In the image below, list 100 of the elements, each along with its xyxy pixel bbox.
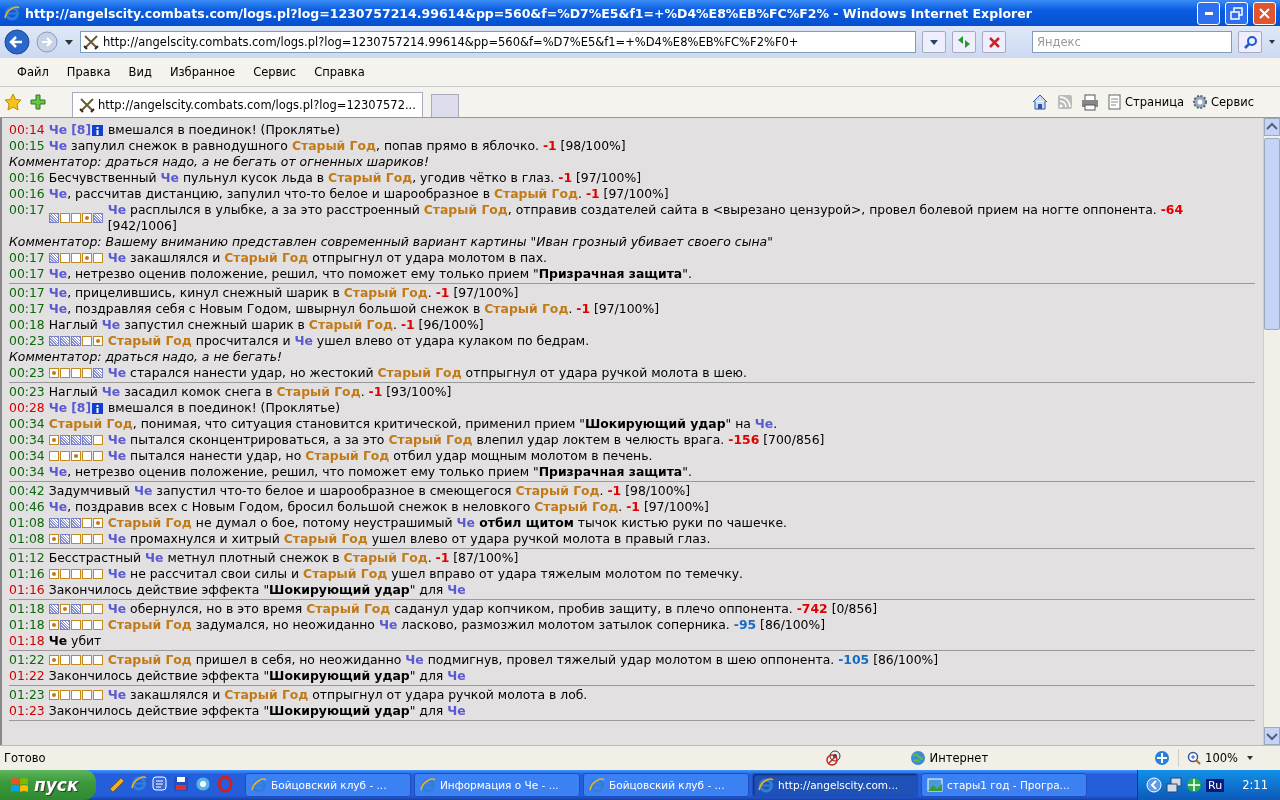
log-text: Закончилось действие эффекта "Шокирующий удар" для Че xyxy=(48,582,466,598)
refresh-button[interactable] xyxy=(952,31,976,53)
shortcut-icon[interactable] xyxy=(107,775,127,795)
log-text: Че закашлялся и Старый Год отпрыгнул от удара ручкой молота в лоб. xyxy=(107,687,588,703)
refresh-icon xyxy=(956,34,972,50)
star-icon[interactable] xyxy=(4,93,22,111)
page-menu-button[interactable]: Страница xyxy=(1107,94,1184,110)
close-button[interactable] xyxy=(1253,1,1276,25)
hit-zones-icon xyxy=(48,655,103,665)
browser-tab[interactable]: http://angelscity.combats.com/logs.pl?log=12307572... xyxy=(72,92,423,117)
globe-icon xyxy=(909,750,926,766)
media-player-icon[interactable] xyxy=(194,775,212,793)
browser-icon xyxy=(758,777,774,793)
back-button[interactable] xyxy=(4,29,30,55)
caret-icon xyxy=(929,38,939,46)
log-time: 01:23 xyxy=(9,687,45,703)
browser-logo-icon xyxy=(4,5,20,21)
plus-icon[interactable] xyxy=(30,94,46,110)
browser-icon xyxy=(420,777,436,793)
menu-item[interactable]: Избранное xyxy=(160,63,245,81)
browser-icon xyxy=(589,777,605,793)
log-time: 00:34 xyxy=(9,464,45,480)
hit-zones-icon xyxy=(48,213,103,223)
menu-item[interactable]: Справка xyxy=(305,63,374,81)
log-text: Че запулил снежок в равнодушного Старый Год, попав прямо в яблочко. -1 [98/100%] xyxy=(48,138,626,154)
log-text: Бесчувственный Че пульнул кусок льда в Старый Год, угодив чётко в глаз. -1 [97/100%] xyxy=(48,170,641,186)
taskbar-window-button[interactable]: Бойцовский клуб - ... xyxy=(583,773,749,797)
printer-icon[interactable] xyxy=(1081,93,1100,111)
clock: 2:11 xyxy=(1242,778,1268,792)
scroll-up-button[interactable] xyxy=(1264,118,1280,136)
menu-item[interactable]: Сервис xyxy=(244,63,306,81)
swords-icon xyxy=(83,34,99,50)
zoom-button[interactable]: 100% xyxy=(1187,751,1238,765)
forward-button[interactable] xyxy=(36,31,58,53)
log-time: 00:18 xyxy=(9,317,45,333)
commentator-text: Комментатор: Вашему вниманию представлен современный вариант картины "Иван грозный убивает своего сына" xyxy=(9,234,773,250)
close-icon xyxy=(1258,6,1271,20)
log-text: Че обернулся, но в это время Старый Год саданул удар копчиком, пробив защиту, в плечо оппонента. -742 [0/856] xyxy=(107,601,878,617)
taskbar-window-button[interactable]: http://angelscity.com... xyxy=(752,773,918,797)
log-time: 01:22 xyxy=(9,652,45,668)
address-field[interactable]: http://angelscity.combats.com/logs.pl?log=1230757214.99614&pp=560&f=%D7%E5&f1=+%D4%E8%EB%FC%F2%F0+ xyxy=(80,31,916,53)
log-time: 01:16 xyxy=(9,566,45,582)
address-dropdown-button[interactable] xyxy=(922,31,946,53)
windows-logo-icon xyxy=(10,776,29,794)
log-text: Наглый Че запустил снежный шарик в Старый Год. -1 [96/100%] xyxy=(48,317,484,333)
stop-button[interactable] xyxy=(982,31,1006,53)
log-time: 01:23 xyxy=(9,703,45,719)
hit-zones-icon xyxy=(48,604,103,614)
log-text: Че не рассчитал свои силы и Старый Год ушел вправо от удара тяжелым молотом по темечку. xyxy=(107,566,744,582)
search-field[interactable]: Яндекс xyxy=(1032,31,1232,53)
scroll-down-button[interactable] xyxy=(1264,727,1280,745)
home-icon[interactable] xyxy=(1031,93,1050,111)
log-time: 01:18 xyxy=(9,601,45,617)
document-icon[interactable] xyxy=(151,775,168,792)
browser-icon[interactable] xyxy=(131,775,147,791)
network-icon[interactable] xyxy=(1166,777,1183,793)
log-text: вмешался в поединок! (Проклятье) xyxy=(107,122,341,138)
restore-button[interactable] xyxy=(1225,1,1248,25)
info-icon[interactable] xyxy=(92,124,104,136)
privacy-eye-icon[interactable] xyxy=(825,749,844,767)
log-time: 01:16 xyxy=(9,582,45,598)
search-button[interactable] xyxy=(1238,31,1262,53)
log-time: 01:08 xyxy=(9,531,45,547)
log-text: Старый Год просчитался и Че ушел влево от удара кулаком по бедрам. xyxy=(107,333,590,349)
scrollbar-thumb[interactable] xyxy=(1264,138,1280,330)
log-text: Задумчивый Че запустил что-то белое и шарообразное в смеющегося Старый Год. -1 [98/100%] xyxy=(48,483,691,499)
menu-item[interactable]: Вид xyxy=(119,63,161,81)
hit-zones-icon xyxy=(48,435,103,445)
log-text: Закончилось действие эффекта "Шокирующий удар" для Че xyxy=(48,668,466,684)
hit-zones-icon xyxy=(48,690,103,700)
caret-icon[interactable] xyxy=(64,38,74,46)
language-indicator[interactable]: Ru xyxy=(1206,778,1225,792)
log-time: 01:18 xyxy=(9,633,45,649)
taskbar-window-button[interactable]: стары1 год - Програ... xyxy=(921,773,1087,797)
minimize-button[interactable] xyxy=(1197,1,1220,25)
log-text: Че убит xyxy=(48,633,102,649)
log-text: Че, поздравив всех с Новым Годом, бросил большой снежок в неловкого Старый Год. -1 [97/100%] xyxy=(48,499,709,515)
log-text: Че пытался сконцентрироваться, а за это Старый Год влепил удар локтем в челюсть врага. -156 [700/856] xyxy=(107,432,825,448)
hit-zones-icon xyxy=(48,518,103,528)
hit-zones-icon xyxy=(48,534,103,544)
settings-icon xyxy=(1192,94,1208,110)
menu-item[interactable]: Правка xyxy=(57,63,120,81)
tools-menu-button[interactable]: Сервис xyxy=(1192,94,1254,110)
menu-item[interactable]: Файл xyxy=(8,63,58,81)
hit-zones-icon xyxy=(48,569,103,579)
info-icon[interactable] xyxy=(92,402,104,414)
log-time: 00:16 xyxy=(9,186,45,202)
log-time: 00:23 xyxy=(9,365,45,381)
caret-icon[interactable] xyxy=(1268,38,1276,46)
start-button[interactable]: пуск xyxy=(0,770,96,800)
caret-icon[interactable] xyxy=(1246,754,1254,762)
commentator-text: Комментатор: драться надо, а не бегать от огненных шариков! xyxy=(9,154,429,170)
log-text: Че промахнулся и хитрый Старый Год ушел влево от удара ручкой молота в правый глаз. xyxy=(107,531,711,547)
taskbar-window-button[interactable]: Бойцовский клуб - ... xyxy=(245,773,411,797)
log-text: Старый Год пришел в себя, но неожиданно Че подмигнув, провел тяжелый удар молотом в шею оппонента. -105 [86/100%] xyxy=(107,652,939,668)
minimize-icon xyxy=(1204,11,1213,15)
log-text: Че расплылся в улыбке, а за это расстроенный Старый Год, отправив создателей сайта в <вырезано цензурой>, провел болевой прием на ногте оппонента. -64 [942/1006] xyxy=(107,202,1184,234)
log-text: Че, нетрезво оценив положение, решил, что поможет ему только прием "Призрачная защита". xyxy=(48,464,692,480)
chevron-left-icon[interactable] xyxy=(1146,777,1163,793)
taskbar-window-button[interactable]: Информация о Че - ... xyxy=(414,773,580,797)
